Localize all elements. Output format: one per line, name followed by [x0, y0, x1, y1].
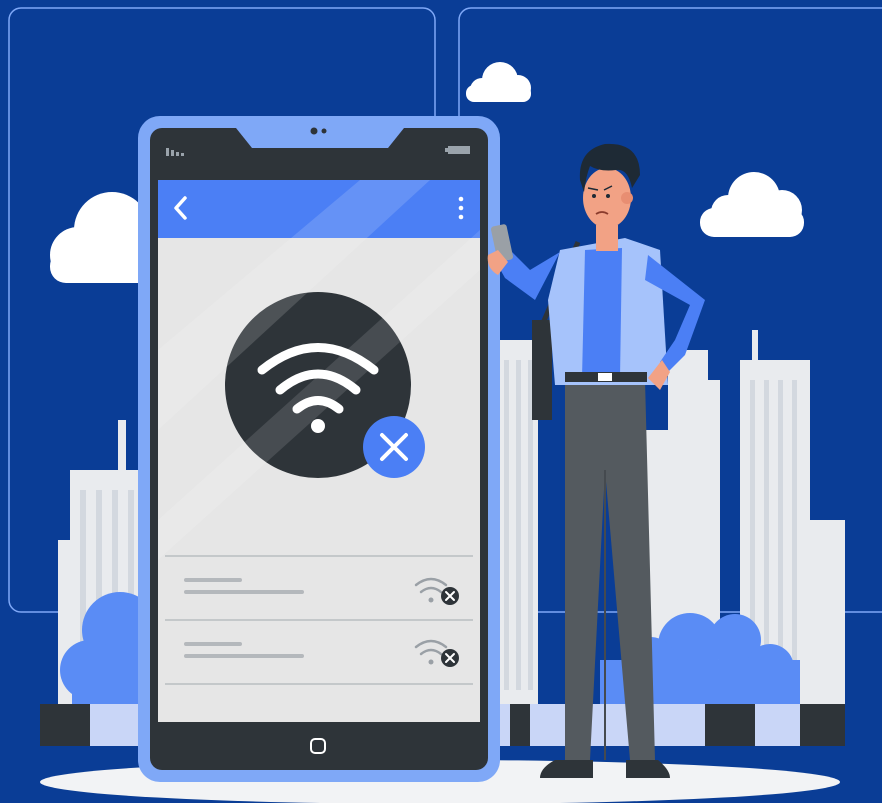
building-antenna	[752, 330, 758, 370]
eye	[606, 194, 610, 198]
sensor-dot	[321, 128, 327, 134]
network-name-placeholder	[184, 578, 242, 582]
neck	[596, 225, 618, 251]
cloud-right	[700, 172, 804, 237]
illustration-canvas	[8, 7, 882, 803]
camera-dot	[310, 127, 318, 135]
shoulder-bag	[532, 320, 552, 420]
ear	[621, 192, 633, 204]
network-name-placeholder	[184, 642, 242, 646]
cloud-top	[466, 62, 531, 102]
more-vertical-icon[interactable]	[458, 196, 464, 220]
disconnected-badge	[363, 416, 425, 478]
tshirt	[582, 248, 622, 378]
phone	[138, 116, 500, 782]
network-detail-placeholder	[184, 590, 304, 594]
phone-notch	[236, 128, 404, 148]
eye	[592, 194, 596, 198]
wifi-dot	[311, 419, 325, 433]
building-antenna	[714, 425, 720, 465]
battery-icon	[445, 146, 470, 154]
network-detail-placeholder	[184, 654, 304, 658]
building	[805, 520, 845, 720]
belt-buckle	[598, 373, 612, 381]
right-shoe	[626, 760, 670, 778]
illustration-scene	[0, 0, 882, 803]
building-antenna	[118, 420, 126, 480]
